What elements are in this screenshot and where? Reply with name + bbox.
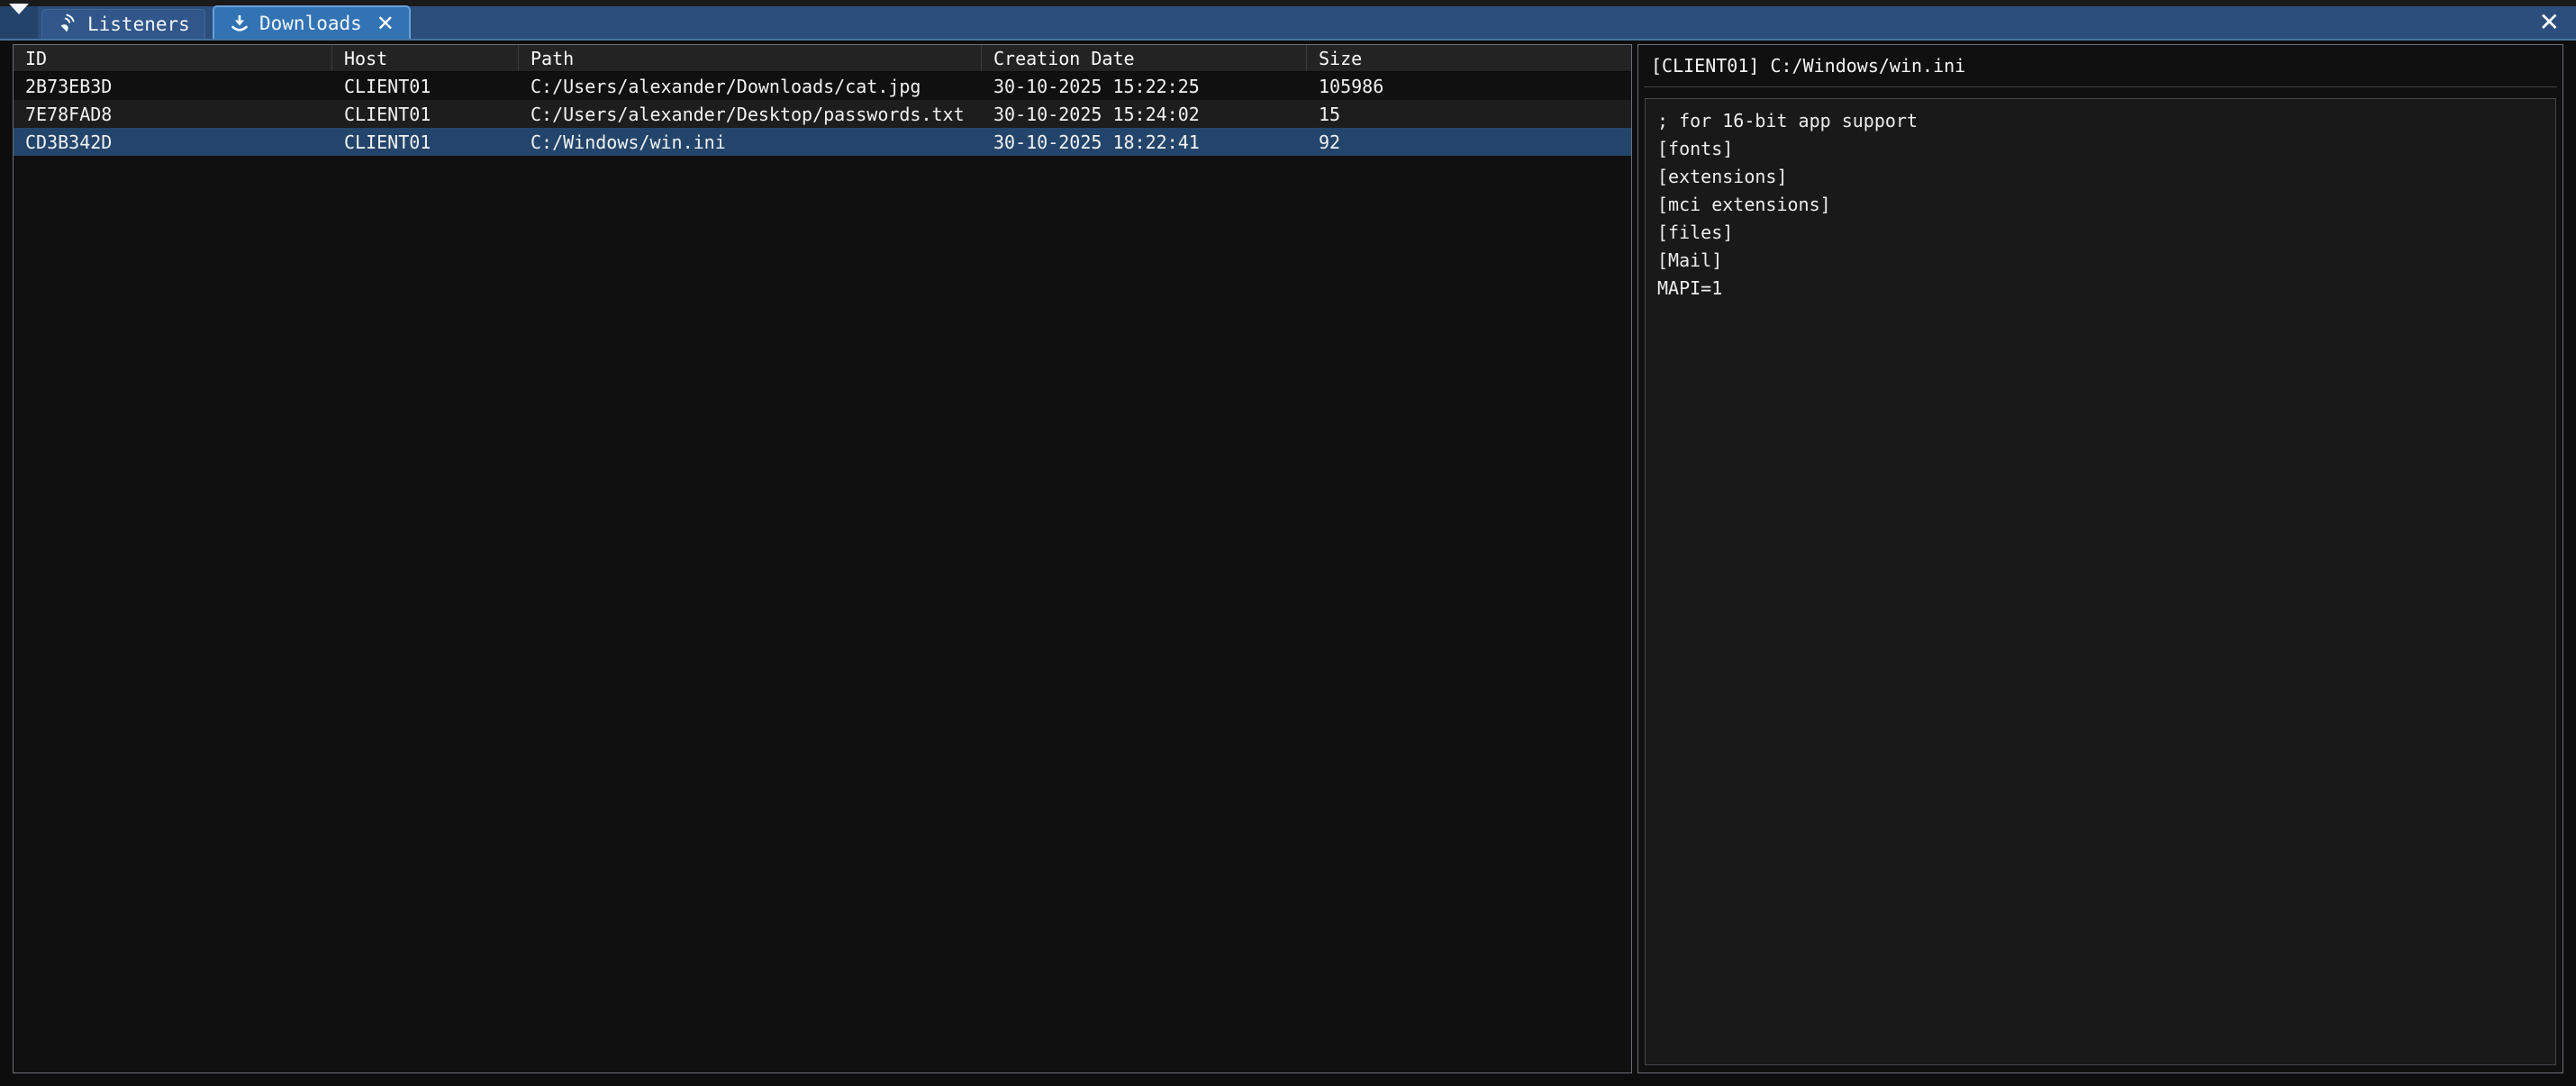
cell-id: 7E78FAD8 xyxy=(14,100,332,128)
table-header-row: ID Host Path Creation Date Size xyxy=(14,45,1631,72)
file-viewer-panel: [CLIENT01] C:/Windows/win.ini ; for 16-b… xyxy=(1637,44,2563,1073)
table-row[interactable]: 7E78FAD8 CLIENT01 C:/Users/alexander/Des… xyxy=(14,100,1631,128)
column-header-id[interactable]: ID xyxy=(14,45,332,71)
file-content-line: [fonts] xyxy=(1657,135,2544,163)
file-content-line: [Mail] xyxy=(1657,247,2544,275)
tab-downloads-label: Downloads xyxy=(259,13,362,34)
cell-path: C:/Windows/win.ini xyxy=(519,128,982,156)
column-header-size[interactable]: Size xyxy=(1307,45,1631,71)
table-row-selected[interactable]: CD3B342D CLIENT01 C:/Windows/win.ini 30-… xyxy=(14,128,1631,156)
cell-host: CLIENT01 xyxy=(332,128,519,156)
file-content-line: ; for 16-bit app support xyxy=(1657,107,2544,135)
panel-close-icon[interactable]: ✕ xyxy=(2539,10,2560,35)
download-icon xyxy=(229,13,250,34)
satellite-dish-icon xyxy=(57,14,78,35)
tab-downloads[interactable]: Downloads ✕ xyxy=(213,5,411,39)
file-viewer-title: [CLIENT01] C:/Windows/win.ini xyxy=(1638,45,2562,86)
column-header-host[interactable]: Host xyxy=(332,45,519,71)
cell-creation-date: 30-10-2025 15:24:02 xyxy=(982,100,1307,128)
tab-menu-button[interactable] xyxy=(0,6,38,39)
cell-id: CD3B342D xyxy=(14,128,332,156)
cell-host: CLIENT01 xyxy=(332,100,519,128)
cell-size: 92 xyxy=(1307,128,1631,156)
tab-bar: Listeners Downloads ✕ ✕ xyxy=(0,6,2576,41)
column-header-creation-date[interactable]: Creation Date xyxy=(982,45,1307,71)
column-header-path[interactable]: Path xyxy=(519,45,982,71)
cell-path: C:/Users/alexander/Desktop/passwords.txt xyxy=(519,100,982,128)
viewer-separator xyxy=(1644,86,2557,87)
cell-id: 2B73EB3D xyxy=(14,72,332,100)
table-row[interactable]: 2B73EB3D CLIENT01 C:/Users/alexander/Dow… xyxy=(14,72,1631,100)
tab-close-icon[interactable]: ✕ xyxy=(376,13,395,34)
filter-collapse-icon xyxy=(9,14,29,32)
cell-size: 15 xyxy=(1307,100,1631,128)
file-content-line: [files] xyxy=(1657,219,2544,247)
cell-creation-date: 30-10-2025 18:22:41 xyxy=(982,128,1307,156)
file-content-line: [extensions] xyxy=(1657,163,2544,191)
file-content-view[interactable]: ; for 16-bit app support [fonts] [extens… xyxy=(1645,98,2556,1065)
cell-path: C:/Users/alexander/Downloads/cat.jpg xyxy=(519,72,982,100)
cell-creation-date: 30-10-2025 15:22:25 xyxy=(982,72,1307,100)
tab-listeners-label: Listeners xyxy=(87,14,190,35)
cell-host: CLIENT01 xyxy=(332,72,519,100)
cell-size: 105986 xyxy=(1307,72,1631,100)
file-content-line: [mci extensions] xyxy=(1657,191,2544,219)
file-content-line: MAPI=1 xyxy=(1657,275,2544,303)
downloads-table: ID Host Path Creation Date Size 2B73EB3D… xyxy=(13,44,1632,1073)
tab-listeners[interactable]: Listeners xyxy=(41,9,205,39)
